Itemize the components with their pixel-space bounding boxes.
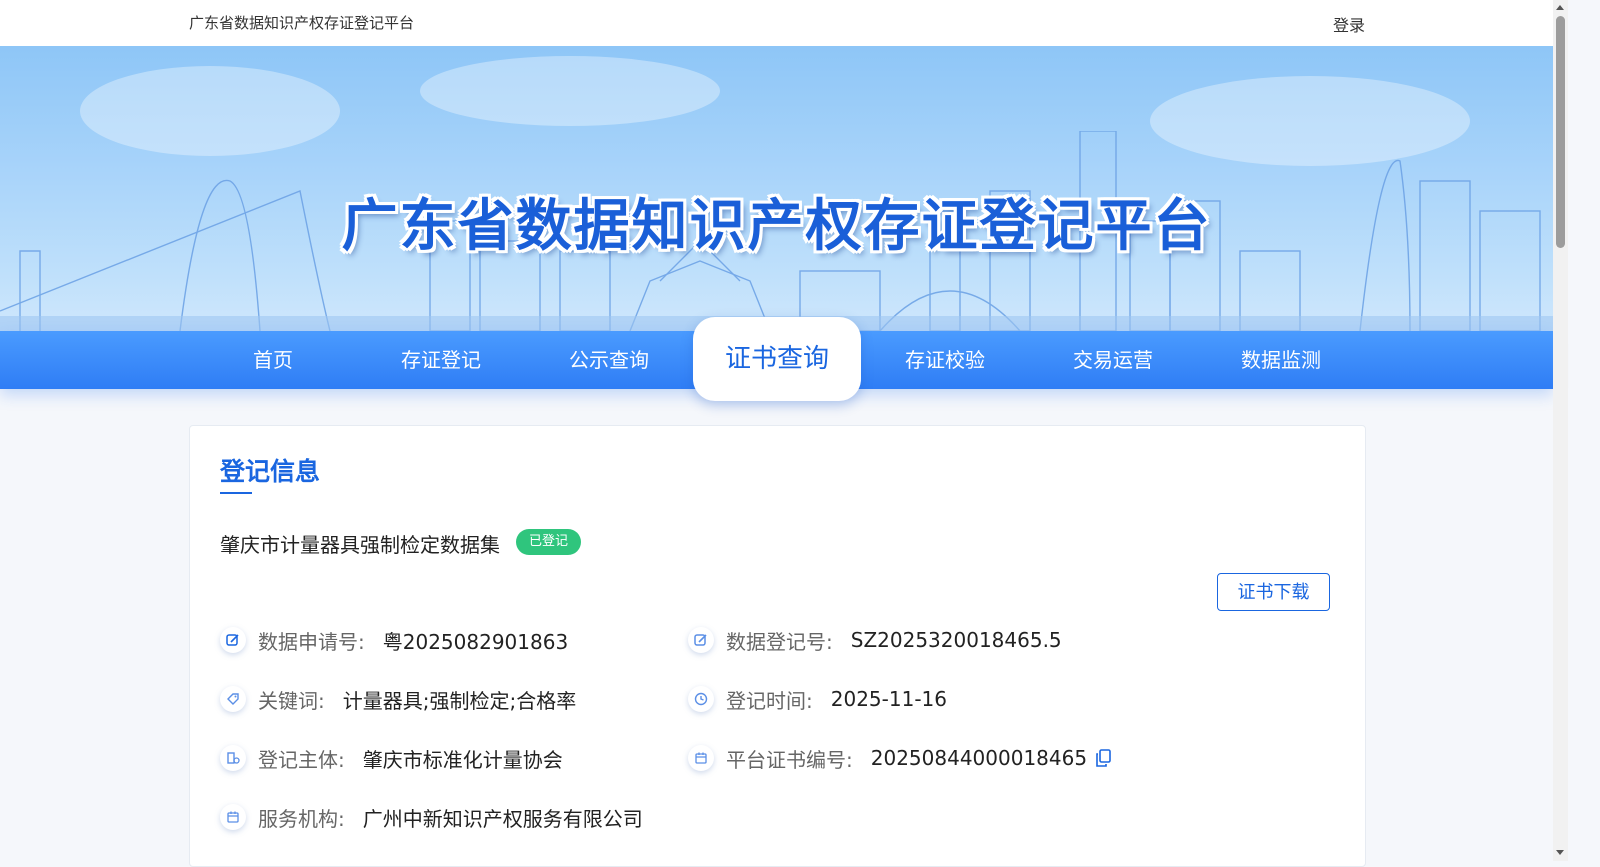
registration-info-card: 登记信息 肇庆市计量器具强制检定数据集 已登记 证书下载 数据申请号: 粤202… bbox=[189, 425, 1366, 867]
tag-icon bbox=[220, 686, 246, 712]
nav-item-data-monitoring[interactable]: 数据监测 bbox=[1197, 331, 1365, 389]
nav-item-evidence-registration[interactable]: 存证登记 bbox=[357, 331, 525, 389]
hero-banner: 广东省数据知识产权存证登记平台 bbox=[0, 46, 1553, 331]
top-bar: 广东省数据知识产权存证登记平台 登录 bbox=[0, 0, 1553, 46]
field-subject: 登记主体: 肇庆市标准化计量协会 bbox=[220, 743, 563, 773]
section-title: 登记信息 bbox=[220, 457, 321, 486]
page-scrollbar[interactable] bbox=[1553, 0, 1568, 861]
field-value: 2025-11-16 bbox=[830, 687, 947, 711]
scroll-up-icon[interactable] bbox=[1556, 5, 1564, 10]
field-service-org: 服务机构: 广州中新知识产权服务有限公司 bbox=[220, 802, 643, 832]
field-label: 关键词: bbox=[258, 688, 325, 713]
field-registration-no: 数据登记号: SZ2025320018465.5 bbox=[688, 625, 1062, 655]
edit-icon bbox=[688, 627, 714, 653]
field-label: 登记时间: bbox=[726, 688, 813, 713]
field-label: 数据申请号: bbox=[258, 629, 365, 654]
nav-item-home[interactable]: 首页 bbox=[189, 331, 357, 389]
field-label: 数据登记号: bbox=[726, 629, 833, 654]
clock-icon bbox=[688, 686, 714, 712]
field-value: 20250844000018465 bbox=[870, 746, 1088, 770]
status-badge: 已登记 bbox=[516, 529, 582, 555]
scroll-down-icon[interactable] bbox=[1556, 850, 1564, 855]
nav-item-evidence-verification[interactable]: 存证校验 bbox=[861, 331, 1029, 389]
main-nav: 首页 存证登记 公示查询 证书查询 存证校验 交易运营 数据监测 bbox=[0, 317, 1553, 403]
section-title-underline bbox=[220, 492, 252, 494]
field-keywords: 关键词: 计量器具;强制检定;合格率 bbox=[220, 684, 576, 714]
field-value: SZ2025320018465.5 bbox=[850, 628, 1062, 652]
nav-item-trade-operation[interactable]: 交易运营 bbox=[1029, 331, 1197, 389]
field-label: 服务机构: bbox=[258, 806, 345, 831]
organization-icon bbox=[220, 745, 246, 771]
field-value: 肇庆市标准化计量协会 bbox=[362, 747, 563, 772]
calendar-icon bbox=[688, 745, 714, 771]
login-link[interactable]: 登录 bbox=[1333, 12, 1365, 36]
calendar-icon bbox=[220, 804, 246, 830]
field-application-no: 数据申请号: 粤2025082901863 bbox=[220, 625, 568, 655]
field-value: 广州中新知识产权服务有限公司 bbox=[362, 806, 643, 831]
copy-icon[interactable] bbox=[1095, 749, 1111, 767]
field-certificate-no: 平台证书编号: 20250844000018465 bbox=[688, 743, 1111, 773]
dataset-name: 肇庆市计量器具强制检定数据集 bbox=[220, 533, 500, 557]
field-registration-time: 登记时间: 2025-11-16 bbox=[688, 684, 947, 714]
certificate-download-button[interactable]: 证书下载 bbox=[1217, 573, 1330, 611]
scrollbar-thumb[interactable] bbox=[1556, 16, 1565, 248]
field-label: 平台证书编号: bbox=[726, 747, 853, 772]
cloud-decoration bbox=[420, 56, 720, 126]
field-value: 粤2025082901863 bbox=[382, 629, 569, 654]
nav-item-public-query[interactable]: 公示查询 bbox=[525, 331, 693, 389]
banner-title: 广东省数据知识产权存证登记平台 bbox=[341, 194, 1212, 259]
site-name: 广东省数据知识产权存证登记平台 bbox=[189, 14, 415, 32]
field-value: 计量器具;强制检定;合格率 bbox=[342, 688, 577, 713]
edit-icon bbox=[220, 627, 246, 653]
field-label: 登记主体: bbox=[258, 747, 345, 772]
nav-item-certificate-query[interactable]: 证书查询 bbox=[675, 317, 879, 403]
